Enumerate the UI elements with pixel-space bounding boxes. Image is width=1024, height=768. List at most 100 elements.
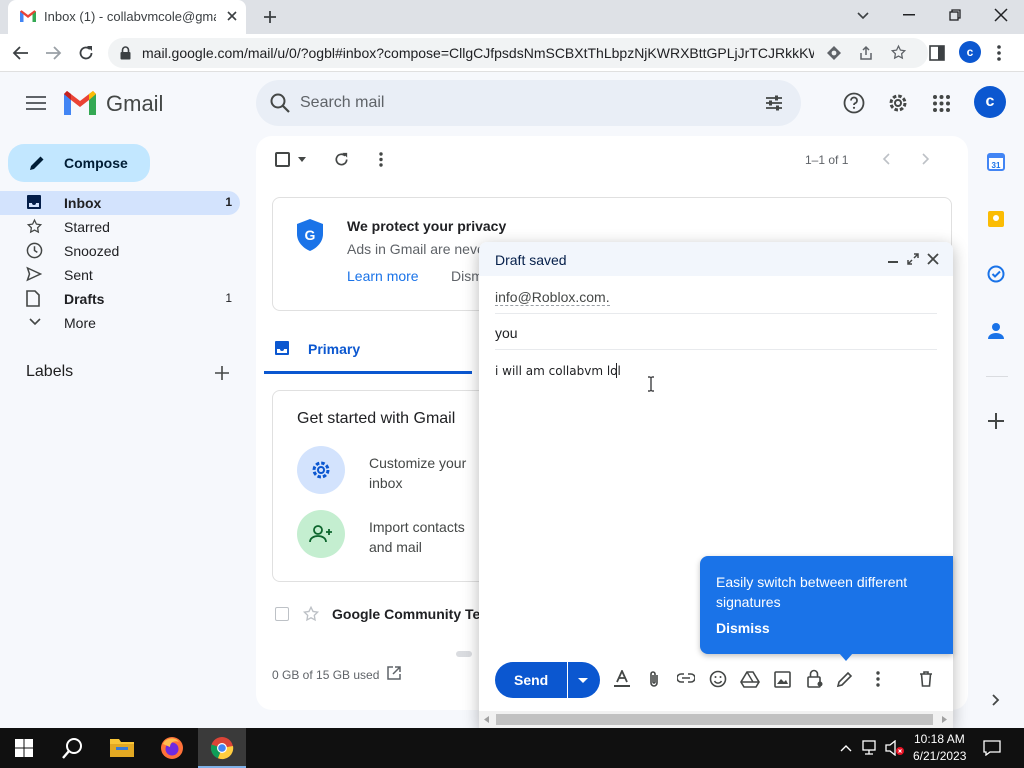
keep-icon[interactable]: [987, 210, 1005, 228]
discard-draft-icon[interactable]: [919, 670, 933, 687]
sidebar-item-drafts[interactable]: Drafts 1: [0, 287, 240, 311]
row-checkbox[interactable]: [275, 607, 289, 621]
back-icon[interactable]: [12, 44, 30, 62]
new-tab-icon[interactable]: [262, 9, 278, 25]
search-bar[interactable]: Search mail: [256, 80, 801, 126]
sidebar-item-sent[interactable]: Sent: [0, 263, 240, 287]
close-compose-icon[interactable]: [927, 253, 939, 265]
search-icon[interactable]: [269, 92, 291, 114]
windows-start-icon[interactable]: [15, 739, 33, 757]
network-icon[interactable]: [862, 740, 880, 756]
draft-icon: [26, 290, 40, 307]
notifications-icon[interactable]: [983, 740, 1001, 756]
more-options-icon[interactable]: [379, 152, 383, 167]
prev-page-icon[interactable]: [882, 153, 890, 165]
taskbar-date[interactable]: 6/21/2023: [913, 749, 966, 763]
url-text: mail.google.com/mail/u/0/?ogbl#inbox?com…: [142, 45, 814, 61]
send-button[interactable]: Send: [495, 662, 567, 698]
account-avatar[interactable]: c: [974, 86, 1006, 118]
sidebar-item-inbox[interactable]: Inbox 1: [0, 191, 240, 215]
tooltip-dismiss-button[interactable]: Dismiss: [716, 620, 770, 636]
get-started-title: Get started with Gmail: [297, 410, 456, 427]
customize-item[interactable]: Customize your inbox: [297, 446, 477, 496]
search-options-icon[interactable]: [764, 93, 784, 113]
sidebar-item-snoozed[interactable]: Snoozed: [0, 239, 240, 263]
taskbar-time[interactable]: 10:18 AM: [914, 732, 965, 746]
show-hidden-icons-icon[interactable]: [840, 744, 852, 752]
firefox-icon[interactable]: [160, 736, 184, 760]
address-bar[interactable]: mail.google.com/mail/u/0/?ogbl#inbox?com…: [108, 38, 928, 68]
select-dropdown-icon[interactable]: [298, 157, 306, 162]
main-menu-icon[interactable]: [26, 96, 46, 110]
taskbar-search-icon[interactable]: [62, 737, 84, 759]
to-field[interactable]: info@Roblox.com.: [495, 278, 937, 314]
insert-signature-icon[interactable]: [836, 670, 854, 688]
side-panel-icon[interactable]: [929, 45, 945, 61]
compose-label: Compose: [64, 155, 128, 171]
fullscreen-compose-icon[interactable]: [907, 253, 919, 265]
chrome-taskbar-button[interactable]: [198, 728, 246, 768]
recipient-chip[interactable]: info@Roblox.com.: [495, 289, 610, 306]
reload-icon[interactable]: [77, 44, 95, 62]
search-input[interactable]: Search mail: [300, 94, 384, 112]
forward-icon[interactable]: [44, 44, 62, 62]
extension-icon[interactable]: [826, 45, 842, 61]
lock-icon[interactable]: [120, 46, 131, 60]
apps-grid-icon[interactable]: [933, 95, 950, 112]
subject-field[interactable]: you: [495, 314, 937, 350]
file-explorer-icon[interactable]: [110, 737, 134, 757]
volume-muted-icon[interactable]: [885, 740, 905, 756]
emoji-icon[interactable]: [709, 670, 727, 688]
compose-header[interactable]: Draft saved: [479, 242, 953, 276]
profile-avatar[interactable]: c: [959, 41, 981, 63]
compose-button[interactable]: Compose: [8, 144, 150, 182]
open-external-icon[interactable]: [387, 666, 401, 680]
settings-gear-icon[interactable]: [887, 92, 909, 114]
minimize-window-icon[interactable]: [903, 14, 915, 16]
browser-tab[interactable]: Inbox (1) - collabvmcole@gmail.c: [8, 0, 246, 34]
select-all-checkbox[interactable]: [275, 152, 290, 167]
tasks-icon[interactable]: [987, 265, 1005, 283]
customize-gear-icon: [297, 446, 345, 494]
sidebar-item-more[interactable]: More: [0, 311, 240, 335]
help-icon[interactable]: [843, 92, 865, 114]
formatting-options-icon[interactable]: [613, 670, 631, 688]
contacts-icon[interactable]: [988, 322, 1004, 340]
confidential-mode-icon[interactable]: [807, 669, 823, 689]
sidebar-item-count: 1: [225, 291, 232, 305]
refresh-icon[interactable]: [333, 151, 350, 168]
share-icon[interactable]: [858, 45, 874, 61]
gmail-logo-icon[interactable]: [64, 91, 96, 115]
text-caret: [616, 363, 617, 378]
scroll-right-icon[interactable]: [942, 716, 947, 723]
attach-file-icon[interactable]: [647, 670, 661, 688]
sidebar-item-starred[interactable]: Starred: [0, 215, 240, 239]
row-star-icon[interactable]: [302, 605, 320, 623]
learn-more-link[interactable]: Learn more: [347, 268, 419, 284]
next-page-icon[interactable]: [922, 153, 930, 165]
scroll-left-icon[interactable]: [484, 716, 489, 723]
chrome-menu-icon[interactable]: [997, 45, 1001, 61]
add-addon-icon[interactable]: [988, 413, 1004, 429]
add-label-icon[interactable]: [215, 366, 229, 380]
close-window-icon[interactable]: [994, 8, 1008, 22]
tab-close-icon[interactable]: [226, 10, 238, 22]
more-compose-options-icon[interactable]: [876, 671, 880, 687]
pagination-text: 1–1 of 1: [805, 153, 849, 167]
minimize-compose-icon[interactable]: [888, 261, 898, 263]
expand-panel-chevron-icon[interactable]: [992, 694, 1000, 706]
insert-link-icon[interactable]: [677, 673, 695, 683]
import-contacts-item[interactable]: Import contacts and mail: [297, 510, 477, 560]
tab-search-chevron-icon[interactable]: [856, 11, 870, 21]
bookmark-star-icon[interactable]: [890, 44, 907, 61]
labels-heading: Labels: [26, 363, 74, 380]
tab-primary[interactable]: Primary: [264, 320, 472, 374]
compose-horizontal-scrollbar[interactable]: [479, 711, 953, 728]
insert-photo-icon[interactable]: [774, 671, 791, 688]
privacy-text: Ads in Gmail are neve: [347, 241, 485, 257]
google-drive-icon[interactable]: [740, 671, 760, 688]
restore-window-icon[interactable]: [949, 9, 961, 21]
send-options-button[interactable]: [568, 662, 600, 698]
scrollbar-thumb[interactable]: [496, 714, 933, 725]
calendar-icon[interactable]: 31: [987, 153, 1005, 171]
